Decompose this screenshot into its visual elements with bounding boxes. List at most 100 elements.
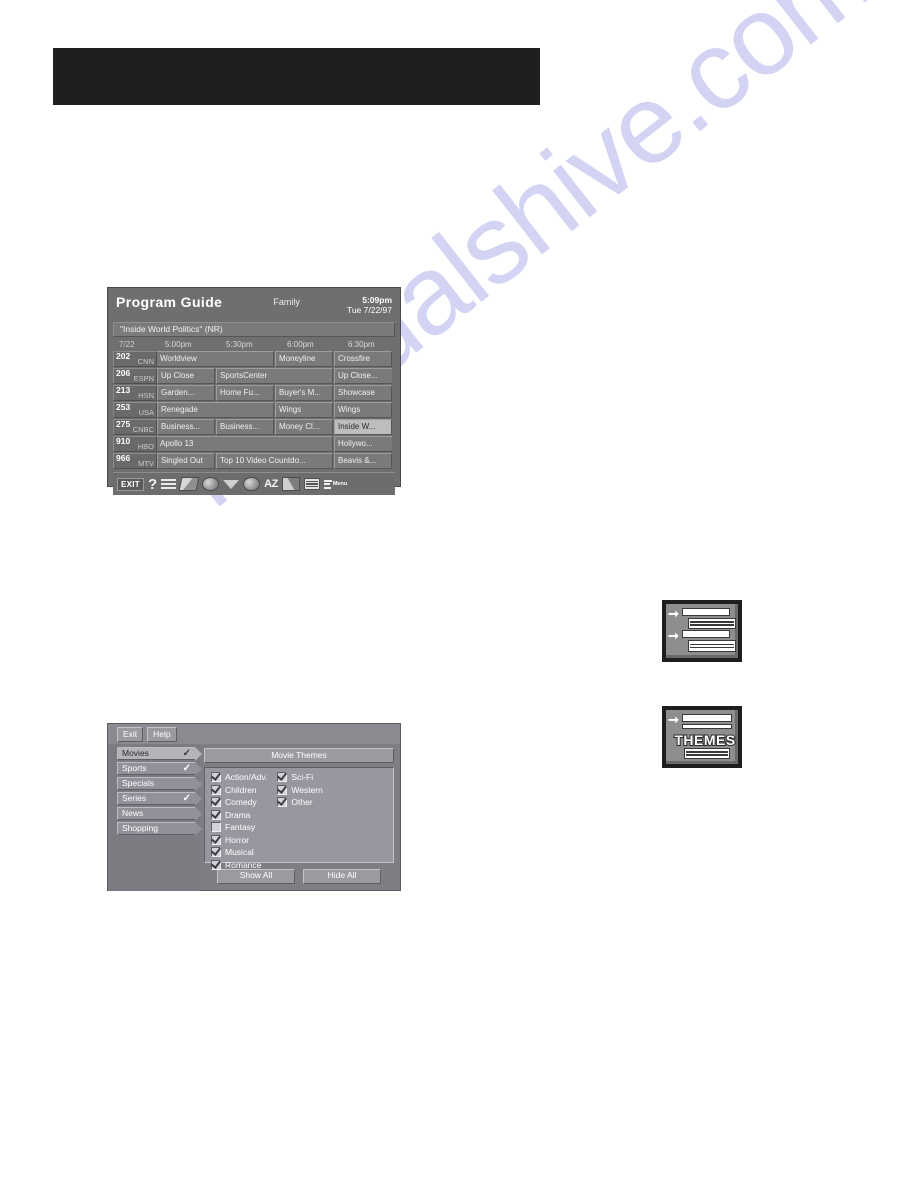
program-cell[interactable]: Apollo 13: [157, 436, 333, 452]
theme-option[interactable]: Western: [277, 784, 323, 795]
theme-option[interactable]: Children: [211, 784, 267, 795]
checkbox-checked-icon[interactable]: [211, 859, 221, 870]
channel-cell[interactable]: 213 HSN: [113, 385, 157, 401]
theme-category-series[interactable]: Series ✓: [117, 792, 202, 806]
program-row: 213 HSN Garden... Home Fu... Buyer's M... Sho…: [113, 385, 395, 401]
program-cell[interactable]: Business...: [157, 419, 215, 435]
theme-option[interactable]: Romance: [211, 859, 267, 870]
checkbox-checked-icon[interactable]: [277, 772, 288, 782]
time-header-row: 7/22 5:00pm 5:30pm 6:00pm 6:30pm: [113, 339, 395, 350]
program-cells: Business... Business... Money Cl... Inside …: [157, 419, 395, 435]
channel-cell[interactable]: 910 HBO: [113, 436, 157, 452]
down-arrow-icon[interactable]: [223, 476, 240, 493]
program-cell[interactable]: Buyer's M...: [275, 385, 333, 401]
checkbox-unchecked-icon[interactable]: [211, 822, 221, 832]
theme-category-news[interactable]: News: [117, 807, 202, 821]
channel-callsign: CNN: [137, 357, 154, 366]
theme-option[interactable]: Drama: [211, 809, 267, 820]
program-cell[interactable]: Wings: [275, 402, 333, 418]
program-cell[interactable]: Worldview: [157, 351, 274, 367]
program-cell[interactable]: Top 10 Video Countdo...: [216, 453, 333, 469]
checkbox-checked-icon[interactable]: [211, 784, 221, 795]
alphabetical-sort-icon[interactable]: AZ: [264, 476, 278, 493]
program-cells: Garden... Home Fu... Buyer's M... Showcase: [157, 385, 395, 401]
program-cell[interactable]: Singled Out: [157, 453, 215, 469]
checkbox-checked-icon[interactable]: [277, 784, 288, 795]
edit-pencil-icon[interactable]: [178, 476, 200, 493]
theme-option[interactable]: Musical: [211, 847, 267, 857]
theme-category-shopping[interactable]: Shopping: [117, 822, 202, 836]
hide-all-button[interactable]: Hide All: [303, 869, 381, 884]
channel-number: 253: [116, 402, 131, 412]
show-all-button[interactable]: Show All: [217, 869, 295, 884]
exit-label: EXIT: [117, 477, 144, 491]
program-cell[interactable]: Inside W...: [334, 419, 392, 435]
help-button[interactable]: Help: [147, 726, 177, 742]
right-arrow-icon: ➞: [668, 712, 679, 727]
theme-category-specials[interactable]: Specials: [117, 777, 202, 791]
program-cell[interactable]: Garden...: [157, 385, 215, 401]
channel-number: 213: [116, 385, 131, 395]
themes-options-right: Sci-Fi Western Other: [277, 772, 323, 870]
checkbox-checked-icon[interactable]: [211, 847, 221, 857]
theme-option[interactable]: Fantasy: [211, 822, 267, 832]
checkbox-checked-icon[interactable]: [211, 772, 221, 782]
channel-cell[interactable]: 275 CNBC: [113, 419, 157, 435]
program-cell[interactable]: Hollywo...: [334, 436, 392, 452]
program-cell[interactable]: Business...: [216, 419, 274, 435]
help-icon[interactable]: ?: [148, 476, 157, 493]
exit-button[interactable]: EXIT: [117, 476, 144, 493]
program-row: 253 USA Renegade Wings Wings: [113, 402, 395, 418]
list-icon[interactable]: [161, 476, 177, 493]
channel-cell[interactable]: 202 CNN: [113, 351, 157, 367]
channel-callsign: HBO: [137, 442, 154, 451]
channel-cell[interactable]: 966 MTV: [113, 453, 157, 469]
list-block: [688, 640, 736, 652]
program-cell[interactable]: Home Fu...: [216, 385, 274, 401]
theme-category-label: Sports: [122, 763, 147, 773]
program-cell[interactable]: Money Cl...: [275, 419, 333, 435]
program-cells: Renegade Wings Wings: [157, 402, 395, 418]
checkbox-checked-icon[interactable]: [211, 834, 221, 845]
channel-number: 966: [116, 453, 131, 463]
theme-category-movies[interactable]: Movies ✓: [117, 747, 202, 761]
theme-option[interactable]: Other: [277, 797, 323, 807]
theme-category-label: Shopping: [122, 823, 158, 833]
channel-callsign: ESPN: [133, 374, 154, 383]
exit-button[interactable]: Exit: [117, 726, 144, 742]
themes-label: THEMES: [673, 731, 736, 749]
theme-option[interactable]: Comedy: [211, 797, 267, 807]
program-cell[interactable]: Up Close: [157, 368, 215, 384]
channel-cell[interactable]: 253 USA: [113, 402, 157, 418]
checkbox-checked-icon[interactable]: [211, 809, 221, 820]
themes-clock-icon[interactable]: [243, 476, 261, 493]
program-cell[interactable]: Renegade: [157, 402, 274, 418]
theme-category-sports[interactable]: Sports ✓: [117, 762, 202, 776]
checkbox-checked-icon[interactable]: [211, 797, 221, 807]
themes-body: Movies ✓ Sports ✓ Specials Series ✓ News Shoppin…: [108, 744, 400, 891]
program-cell[interactable]: Moneyline: [275, 351, 333, 367]
theme-option[interactable]: Action/Adv.: [211, 772, 267, 782]
current-date: Tue 7/22/97: [346, 305, 392, 315]
theme-option-label: Sci-Fi: [291, 772, 314, 782]
program-cell[interactable]: Beavis &...: [334, 453, 392, 469]
satellite-icon[interactable]: [281, 476, 300, 493]
menu-label: Menu: [332, 481, 348, 487]
theme-option[interactable]: Horror: [211, 834, 267, 845]
program-cell[interactable]: Up Close...: [334, 368, 392, 384]
category-label: Family: [273, 297, 300, 307]
time-slot: 6:30pm: [348, 340, 375, 349]
program-cell[interactable]: Crossfire: [334, 351, 392, 367]
themes-main-panel: Movie Themes Action/Adv. Children Comedy Dr…: [200, 744, 400, 891]
channel-cell[interactable]: 206 ESPN: [113, 368, 157, 384]
checkbox-checked-icon[interactable]: [277, 797, 288, 807]
program-cell[interactable]: Wings: [334, 402, 392, 418]
theme-option[interactable]: Sci-Fi: [277, 772, 323, 782]
menu-icon[interactable]: Menu: [323, 476, 348, 493]
channel-number: 910: [116, 436, 131, 446]
program-cell[interactable]: SportsCenter: [216, 368, 333, 384]
globe-icon[interactable]: [202, 476, 220, 493]
grid-icon[interactable]: [303, 476, 320, 493]
channel-callsign: CNBC: [132, 425, 154, 434]
program-cell[interactable]: Showcase: [334, 385, 392, 401]
